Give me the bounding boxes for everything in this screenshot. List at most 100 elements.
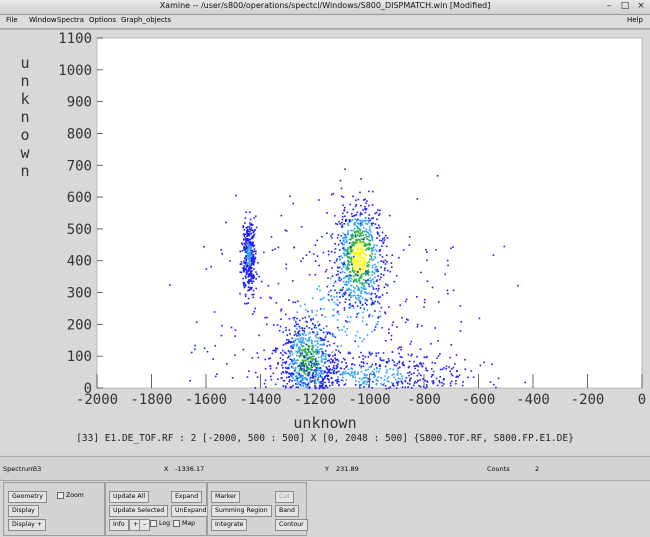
- heatmap-cell: [354, 370, 356, 373]
- display-plus-button[interactable]: Display +: [8, 519, 46, 531]
- heatmap-cell: [343, 271, 346, 274]
- display-button[interactable]: Display: [8, 505, 39, 517]
- heatmap-cell: [416, 381, 418, 384]
- heatmap-cell: [266, 323, 268, 326]
- heatmap-cell: [384, 259, 387, 262]
- window-title-bar[interactable]: Xamine -- /user/s800/operations/spectcl/…: [0, 0, 650, 15]
- menu-help[interactable]: Help: [627, 16, 643, 24]
- heatmap-cell: [375, 352, 377, 355]
- band-button[interactable]: Band: [275, 505, 299, 517]
- heatmap-cell: [330, 235, 332, 237]
- marker-button[interactable]: Marker: [211, 491, 241, 503]
- heatmap-cell: [350, 256, 353, 259]
- heatmap-cell: [251, 280, 253, 283]
- heatmap-cell: [331, 384, 334, 386]
- heatmap-cell: [395, 378, 397, 381]
- heatmap-cell: [309, 376, 312, 379]
- heatmap-cell: [361, 340, 363, 343]
- heatmap-cell: [341, 270, 344, 273]
- maximize-icon[interactable]: □: [620, 1, 630, 12]
- heatmap-cell: [321, 377, 324, 380]
- heatmap-cell: [380, 273, 383, 275]
- heatmap-cell: [311, 340, 313, 343]
- log-checkbox-box[interactable]: [150, 519, 157, 527]
- menu-graph-objects[interactable]: Graph_objects: [121, 16, 171, 24]
- heatmap-cell: [367, 221, 370, 224]
- heatmap-cell: [356, 313, 358, 315]
- heatmap-cell: [258, 334, 260, 337]
- heatmap-cell: [346, 316, 349, 318]
- heatmap-cell: [373, 246, 375, 248]
- heatmap-cell: [371, 239, 374, 242]
- heatmap-cell: [288, 372, 290, 375]
- heatmap-cell: [285, 370, 287, 373]
- heatmap-cell: [355, 199, 357, 202]
- heatmap-cell: [305, 354, 308, 357]
- heatmap-cell: [354, 279, 356, 282]
- heatmap-cell: [327, 331, 329, 334]
- heatmap-cell: [292, 367, 295, 369]
- zoom-checkbox[interactable]: Zoom: [57, 491, 84, 501]
- heatmap-cell: [319, 369, 321, 371]
- map-checkbox[interactable]: Map: [173, 519, 195, 529]
- update-selected-button[interactable]: Update Selected: [109, 505, 169, 517]
- heatmap-cell: [355, 245, 357, 248]
- heatmap-cell: [369, 279, 371, 282]
- heatmap-cell: [338, 350, 340, 352]
- expand-button[interactable]: Expand: [171, 491, 203, 503]
- minimize-icon[interactable]: –: [604, 1, 614, 12]
- heatmap-cell: [253, 250, 256, 252]
- close-icon[interactable]: ×: [636, 1, 646, 12]
- heatmap-cell: [399, 304, 401, 306]
- heatmap-cell: [340, 344, 342, 347]
- heatmap-cell: [337, 310, 339, 313]
- heatmap-cell: [280, 214, 283, 217]
- heatmap-cell: [282, 385, 285, 387]
- heatmap-cell: [374, 300, 376, 303]
- cut-button[interactable]: Cut: [275, 491, 294, 503]
- heatmap-cell: [353, 242, 356, 245]
- heatmap-cell: [426, 385, 428, 388]
- heatmap-cell: [374, 263, 376, 266]
- update-all-button[interactable]: Update All: [109, 491, 150, 503]
- heatmap-cell: [353, 372, 356, 375]
- heatmap-cell: [397, 372, 399, 374]
- info-button[interactable]: Info: [109, 519, 129, 531]
- contour-button[interactable]: Contour: [275, 519, 308, 531]
- menu-file[interactable]: File: [6, 16, 18, 24]
- heatmap-cell: [253, 244, 256, 247]
- heatmap-cell: [332, 314, 334, 317]
- heatmap-cell: [282, 358, 284, 361]
- menu-options[interactable]: Options: [89, 16, 116, 24]
- integrate-button[interactable]: Integrate: [211, 519, 248, 531]
- spectrum-pane[interactable]: 0 100 200 300 400 500 600 700 800 900 1000 1100 -20…: [0, 29, 650, 453]
- heatmap-cell: [230, 326, 233, 329]
- heatmap-cell: [402, 361, 404, 363]
- heatmap-cell: [357, 260, 360, 262]
- heatmap-cell: [270, 375, 272, 378]
- plot-area[interactable]: [96, 37, 643, 389]
- heatmap-cell: [324, 350, 327, 352]
- spectrum-plot[interactable]: 010020030040050060070080090010001100 -20…: [0, 30, 650, 453]
- summing-region-button[interactable]: Summing Region: [211, 505, 272, 517]
- heatmap-cell: [308, 347, 310, 349]
- heatmap-cell: [395, 274, 398, 277]
- minus-button[interactable]: –: [139, 519, 151, 531]
- heatmap-cell: [393, 385, 395, 387]
- heatmap-cell: [356, 257, 358, 259]
- zoom-checkbox-box[interactable]: [57, 491, 64, 499]
- unexpand-button[interactable]: UnExpand: [171, 505, 211, 517]
- menu-spectra[interactable]: Spectra: [57, 16, 84, 24]
- heatmap-cell: [286, 382, 289, 385]
- heatmap-cell: [359, 271, 362, 273]
- menu-window[interactable]: Window: [29, 16, 57, 24]
- heatmap-cell: [370, 222, 373, 225]
- heatmap-cell: [379, 357, 382, 359]
- heatmap-cell: [354, 273, 356, 275]
- heatmap-cell: [342, 286, 344, 289]
- geometry-button[interactable]: Geometry: [8, 491, 47, 503]
- map-checkbox-box[interactable]: [173, 519, 180, 527]
- log-checkbox[interactable]: Log: [150, 519, 170, 529]
- heatmap-cell: [341, 215, 344, 218]
- heatmap-cell: [339, 271, 342, 274]
